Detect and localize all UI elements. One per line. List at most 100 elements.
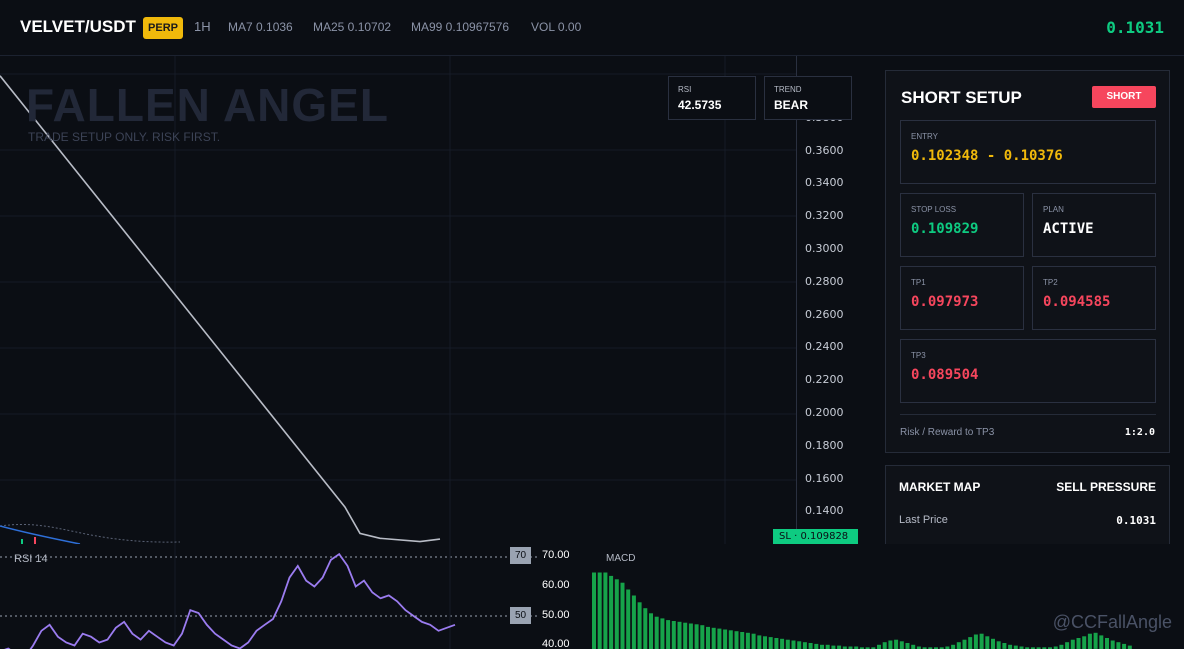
macd-bar [791,640,796,649]
volume-readout: VOL 0.00 [531,20,582,34]
stop-loss-price-tag: SL · 0.109828 [773,529,858,544]
macd-bar [1002,643,1007,649]
ma25-readout: MA25 0.10702 [313,20,392,34]
macd-bar [603,572,608,649]
macd-bar [1070,639,1075,649]
macd-bar [899,641,904,649]
macd-bar [609,575,614,649]
macd-bar [649,613,653,649]
macd-bar [677,621,682,649]
pair-symbol[interactable]: VELVET/USDT [20,17,136,37]
macd-bar [643,608,648,649]
macd-bar [711,627,716,649]
macd-bar [706,626,710,649]
market-map-panel: MARKET MAP SELL PRESSURE Last Price 0.10… [885,465,1170,555]
macd-bar [660,618,665,649]
macd-bar [996,641,1001,649]
macd-panel-title: MACD [606,553,636,564]
rsi-panel-title: RSI 14 [14,553,48,565]
price-axis-tick: 0.3400 [805,176,844,190]
macd-bar [888,640,893,649]
macd-bar [1087,633,1092,649]
macd-bar [1099,635,1104,649]
rsi-tick-60: 60.00 [542,579,570,591]
price-axis-tick: 0.1600 [805,471,844,485]
macd-bar [763,636,767,649]
macd-bar [745,632,750,649]
macd-bar [654,616,659,649]
macd-bar [757,635,762,649]
rsi-tick-70: 70.00 [542,549,570,561]
price-chart[interactable]: FALLEN ANGEL TRADE SETUP ONLY. RISK FIRS… [0,56,870,544]
macd-bar [785,639,790,649]
macd-bar [774,638,779,649]
macd-bar [1122,643,1127,649]
rsi-line [4,552,456,649]
macd-bar [740,632,745,649]
macd-bar [671,621,676,649]
macd-bar [951,644,956,649]
tp1-value: 0.097973 [911,294,979,310]
last-price-label: Last Price [899,514,948,526]
plan-card: PLAN ACTIVE [1032,193,1156,257]
short-badge[interactable]: SHORT [1092,86,1156,108]
price-axis-tick: 0.3200 [805,209,844,223]
stop-loss-label: STOP LOSS [911,205,957,214]
tp2-label: TP2 [1043,278,1058,287]
macd-bar [837,645,842,649]
macd-bar [802,642,807,649]
risk-reward-label: Risk / Reward to TP3 [900,427,995,438]
macd-bar [1013,645,1018,649]
macd-bar [1116,642,1121,649]
macd-bar [962,639,967,649]
rsi-panel[interactable]: RSI 14 70 50 70.00 60.00 50.00 40.00 [0,544,590,649]
macd-bar [973,634,978,649]
macd-bar [979,633,984,649]
stop-loss-card: STOP LOSS 0.109829 [900,193,1024,257]
macd-panel[interactable]: MACD @CCFallAngle [590,544,1184,649]
macd-bar [620,582,625,649]
macd-bar [991,638,995,649]
price-axis-tick: 0.2800 [805,274,844,288]
macd-bar [694,624,699,649]
price-line [0,75,441,543]
tp1-card: TP1 0.097973 [900,266,1024,330]
macd-bar [825,644,830,649]
macd-bar [831,645,836,649]
entry-label: ENTRY [911,132,938,141]
macd-bar [1110,640,1115,649]
watermark-tagline: TRADE SETUP ONLY. RISK FIRST. [28,130,221,144]
watermark-title: FALLEN ANGEL [26,79,389,131]
macd-bar [877,644,881,649]
macd-bar [683,622,688,649]
macd-bar [882,642,887,649]
market-map-title: MARKET MAP [899,480,981,494]
timeframe-selector[interactable]: 1H [194,19,211,34]
macd-bar [597,572,602,649]
price-axis-tick: 0.2600 [805,307,844,321]
macd-bar [637,602,642,649]
macd-bar [1093,632,1098,649]
macd-bar [797,641,802,649]
top-bar: VELVET/USDT PERP 1H MA7 0.1036 MA25 0.10… [0,0,1184,56]
risk-reward-value: 1:2.0 [1124,427,1155,438]
macd-bar [751,633,756,649]
macd-bar [1082,636,1087,649]
macd-bar [780,638,785,649]
macd-bar [968,637,973,649]
price-axis-tick: 0.2400 [805,340,844,354]
macd-bar [723,629,728,649]
macd-bar [626,589,631,649]
macd-bar [1059,644,1064,649]
macd-bar [700,625,705,649]
macd-bar [808,643,813,649]
macd-bar [1076,638,1081,649]
tp2-card: TP2 0.094585 [1032,266,1156,330]
macd-bar [985,636,990,649]
tp3-label: TP3 [911,351,926,360]
rsi-chart [0,544,540,649]
macd-bar [905,643,910,649]
tp3-card: TP3 0.089504 [900,339,1156,403]
macd-bar [820,644,824,649]
last-price: 0.1031 [1106,18,1164,37]
